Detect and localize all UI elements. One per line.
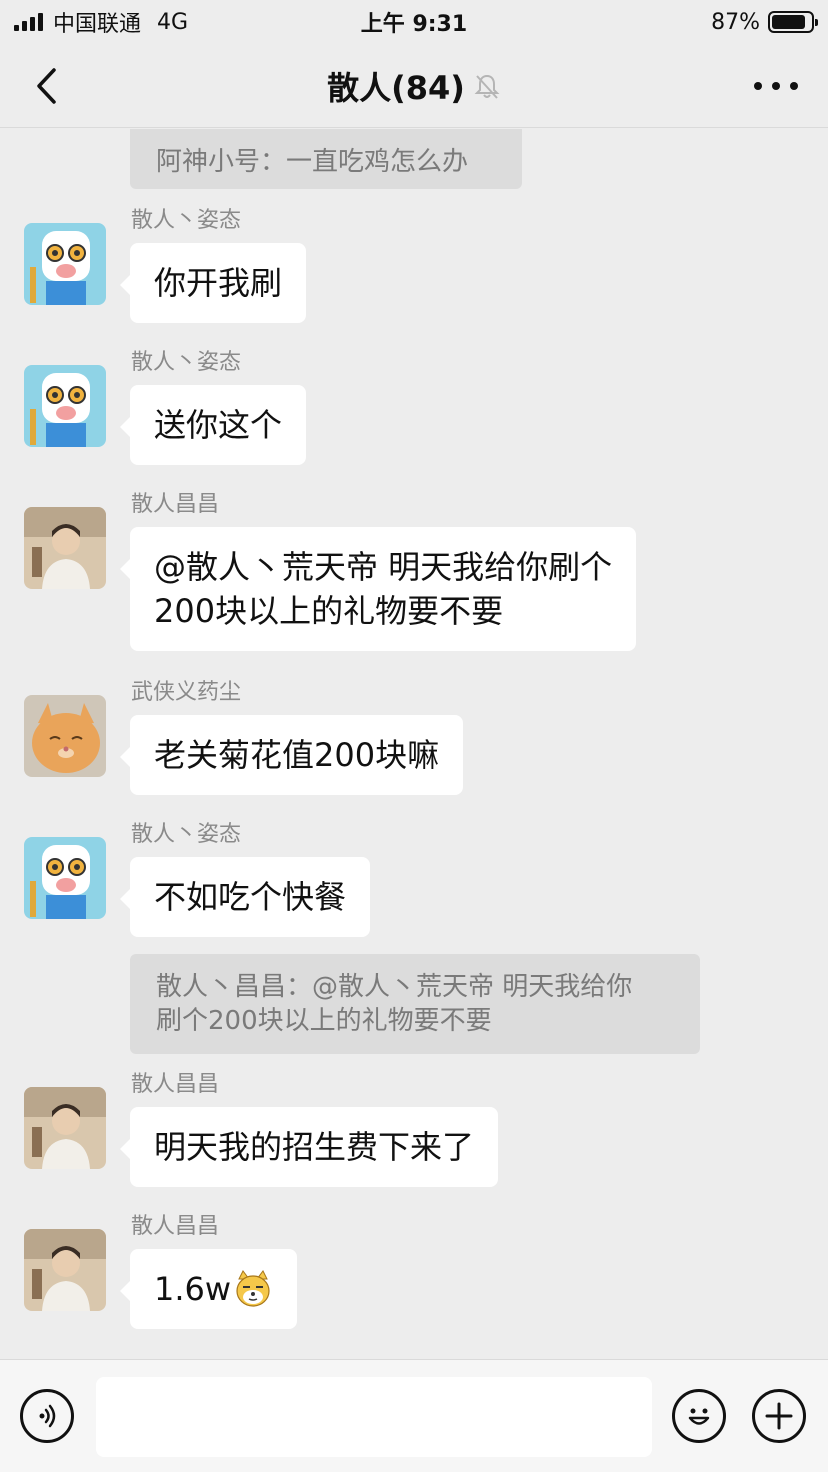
quote-message[interactable]: 散人丶昌昌：@散人丶荒天帝 明天我给你 刷个200块以上的礼物要不要 (130, 954, 700, 1054)
sender-name: 散人丶姿态 (131, 350, 242, 375)
finn-avatar-icon (24, 837, 106, 919)
network-label: 4G (157, 9, 189, 35)
message-bubble[interactable]: @散人丶荒天帝 明天我给你刷个 200块以上的礼物要不要 (119, 527, 637, 651)
message-bubble[interactable]: 老关菊花值200块嘛 (119, 715, 464, 795)
cat-photo-icon (24, 695, 106, 777)
status-right: 87% (711, 9, 818, 35)
quote-text-line: 刷个200块以上的礼物要不要 (156, 1006, 492, 1036)
sender-name: 散人昌昌 (131, 1072, 220, 1097)
more-dot (790, 82, 798, 90)
quote-text: 阿神小号：一直吃鸡怎么办 (156, 147, 469, 177)
message-bubble[interactable]: 明天我的招生费下来了 (119, 1107, 499, 1187)
emoji-button[interactable] (672, 1389, 726, 1443)
message-text: 送你这个 (154, 406, 283, 444)
avatar-finn[interactable] (24, 223, 106, 305)
sender-name: 武侠义药尘 (131, 680, 242, 705)
message-text-line: 200块以上的礼物要不要 (154, 592, 504, 630)
avatar-cat[interactable] (24, 695, 106, 777)
message-bubble[interactable]: 不如吃个快餐 (119, 857, 371, 937)
carrier-label: 中国联通 (53, 12, 142, 37)
message-bubble[interactable]: 1.6w (119, 1249, 298, 1329)
sender-name: 散人昌昌 (131, 492, 220, 517)
back-button[interactable] (26, 64, 66, 108)
finn-avatar-icon (24, 223, 106, 305)
avatar-photo[interactable] (24, 1229, 106, 1311)
person-photo-icon (24, 1087, 106, 1169)
signal-icon (14, 13, 43, 31)
nav-bar: 散人(84) (0, 44, 828, 128)
sender-name: 散人昌昌 (131, 1214, 220, 1239)
avatar-photo[interactable] (24, 507, 106, 589)
input-bar (0, 1359, 828, 1472)
chat-area[interactable]: 阿神小号：一直吃鸡怎么办 散人丶姿态 你开我刷 散人丶姿态 送你这个 散人昌昌 … (0, 129, 828, 1359)
avatar-finn[interactable] (24, 365, 106, 447)
plus-icon (765, 1402, 793, 1430)
chevron-left-icon (37, 68, 56, 104)
voice-button[interactable] (20, 1389, 74, 1443)
message-input[interactable] (96, 1377, 652, 1457)
message-text: 你开我刷 (154, 264, 283, 302)
person-photo-icon (24, 507, 106, 589)
status-left: 中国联通 4G (14, 6, 188, 38)
message-bubble[interactable]: 送你这个 (119, 385, 307, 465)
battery-percent: 87% (711, 9, 760, 35)
message-text-line: @散人丶荒天帝 明天我给你刷个 (154, 548, 613, 586)
battery-fill (772, 15, 806, 29)
sender-name: 散人丶姿态 (131, 208, 242, 233)
avatar-finn[interactable] (24, 837, 106, 919)
chat-title: 散人(84) (327, 68, 465, 107)
quote-message[interactable]: 阿神小号：一直吃鸡怎么办 (130, 129, 522, 189)
message-text: 1.6w (154, 1270, 232, 1308)
battery-icon (768, 11, 818, 33)
emoji-icon (688, 1408, 710, 1425)
avatar-photo[interactable] (24, 1087, 106, 1169)
message-text: 不如吃个快餐 (154, 878, 347, 916)
message-text: 明天我的招生费下来了 (154, 1128, 475, 1166)
sender-name: 散人丶姿态 (131, 822, 242, 847)
chat-title-wrap: 散人(84) (327, 63, 501, 109)
more-button[interactable] (754, 74, 798, 98)
message-text: 老关菊花值200块嘛 (154, 736, 440, 774)
quote-text-line: 散人丶昌昌：@散人丶荒天帝 明天我给你 (156, 972, 633, 1002)
person-photo-icon (24, 1229, 106, 1311)
more-dot (772, 82, 780, 90)
more-dot (754, 82, 762, 90)
message-bubble[interactable]: 你开我刷 (119, 243, 307, 323)
bell-off-icon (474, 74, 500, 99)
doge-emoji-icon (236, 1270, 270, 1307)
finn-avatar-icon (24, 365, 106, 447)
voice-icon (39, 1404, 56, 1428)
plus-button[interactable] (752, 1389, 806, 1443)
status-bar: 中国联通 4G 上午 9:31 87% (0, 0, 828, 44)
